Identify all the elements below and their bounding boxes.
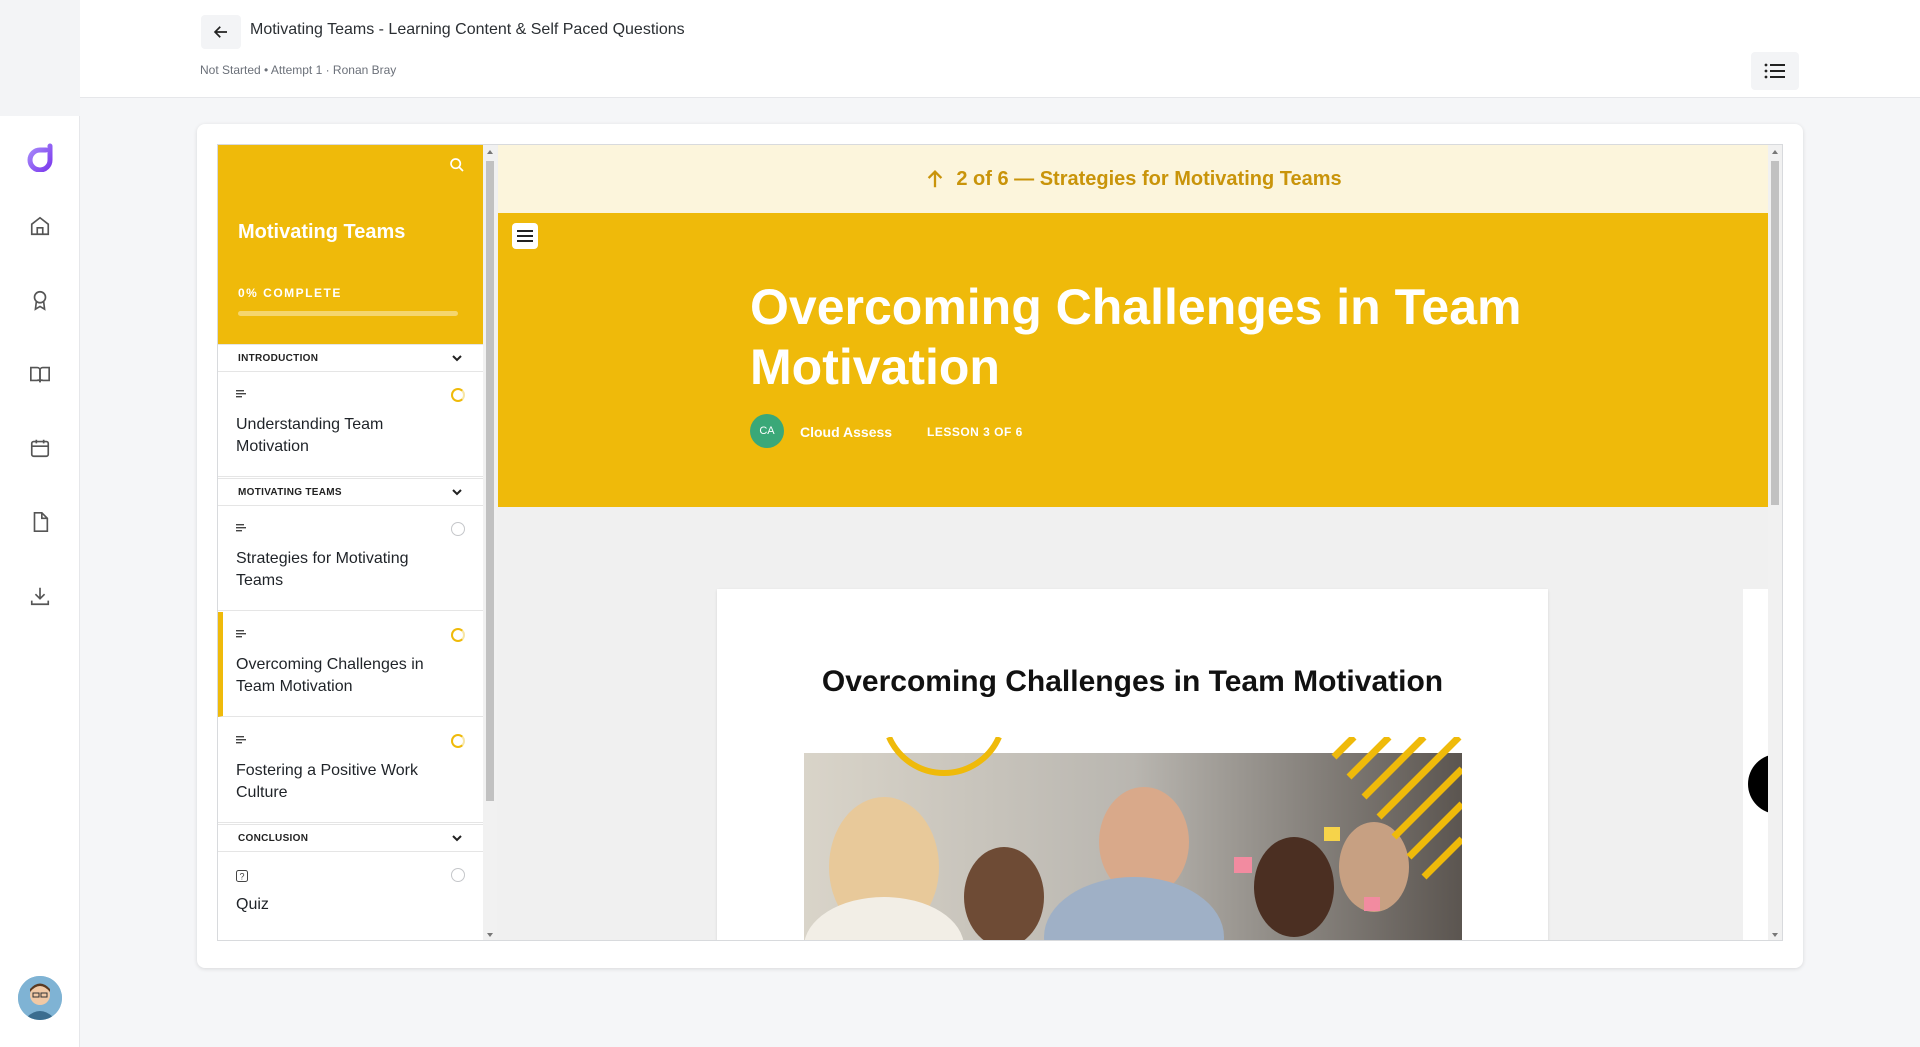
hamburger-icon: [517, 230, 533, 242]
course-header: Motivating Teams 0% COMPLETE: [218, 145, 483, 345]
rail-top-area: [0, 0, 80, 116]
lesson-title: Strategies for Motivating Teams: [236, 550, 409, 589]
course-sidebar: Motivating Teams 0% COMPLETE INTRODUCTIO…: [218, 145, 483, 940]
previous-lesson-label: 2 of 6 — Strategies for Motivating Teams: [956, 167, 1342, 190]
arrow-up-icon: [928, 170, 943, 188]
search-icon[interactable]: [449, 157, 465, 178]
status-ring-icon: [451, 388, 465, 402]
section-conclusion[interactable]: CONCLUSION: [218, 824, 483, 852]
progress-label: 0% COMPLETE: [238, 286, 342, 300]
lesson-title: Overcoming Challenges in Team Motivation: [236, 656, 424, 695]
chevron-down-icon: [452, 355, 462, 362]
app-rail: [0, 0, 80, 1047]
lesson-item[interactable]: Understanding Team Motivation: [218, 372, 483, 477]
status-ring-icon: [451, 868, 465, 882]
slide-card: Overcoming Challenges in Team Motivation: [717, 589, 1548, 940]
download-icon[interactable]: [26, 582, 54, 610]
brand-logo-icon[interactable]: [24, 140, 56, 173]
sidebar-scrollbar[interactable]: [483, 145, 497, 940]
lesson-item-active[interactable]: Overcoming Challenges in Team Motivation: [218, 612, 483, 717]
content-scrollbar[interactable]: [1768, 145, 1782, 940]
lesson-menu-button[interactable]: [512, 223, 538, 249]
status-ring-icon: [451, 522, 465, 536]
page-header: Motivating Teams - Learning Content & Se…: [80, 0, 1920, 98]
calendar-icon[interactable]: [26, 434, 54, 462]
content-scroll-thumb[interactable]: [1771, 161, 1779, 505]
text-lesson-icon: [236, 390, 246, 398]
back-button[interactable]: [201, 15, 241, 49]
chevron-down-icon: [452, 835, 462, 842]
lesson-counter: LESSON 3 OF 6: [927, 425, 1023, 439]
section-label: MOTIVATING TEAMS: [238, 486, 342, 498]
quiz-icon: ?: [236, 870, 248, 882]
text-lesson-icon: [236, 630, 246, 638]
arrow-left-icon: [213, 26, 227, 38]
lesson-item[interactable]: Fostering a Positive Work Culture: [218, 718, 483, 823]
status-ring-icon: [451, 628, 465, 642]
lesson-title-heading: Overcoming Challenges in Team Motivation: [750, 279, 1522, 395]
slide-title: Overcoming Challenges in Team Motivation: [821, 665, 1444, 698]
previous-lesson-link[interactable]: 2 of 6 — Strategies for Motivating Teams: [498, 145, 1768, 213]
lesson-title: Understanding Team Motivation: [236, 416, 384, 455]
section-motivating-teams[interactable]: MOTIVATING TEAMS: [218, 478, 483, 506]
scroll-down-icon[interactable]: [483, 930, 497, 940]
home-icon[interactable]: [26, 212, 54, 240]
sidebar-scroll-thumb[interactable]: [486, 161, 494, 801]
chevron-down-icon: [452, 489, 462, 496]
course-frame: Motivating Teams 0% COMPLETE INTRODUCTIO…: [217, 144, 1783, 941]
text-lesson-icon: [236, 524, 246, 532]
award-icon[interactable]: [26, 286, 54, 314]
course-title: Motivating Teams: [238, 221, 406, 243]
section-introduction[interactable]: INTRODUCTION: [218, 344, 483, 372]
lesson-hero: Overcoming Challenges in Team Motivation…: [498, 213, 1768, 507]
lesson-item[interactable]: ? Quiz: [218, 852, 483, 940]
scroll-up-icon[interactable]: [483, 147, 497, 157]
slide-image: [804, 737, 1462, 940]
progress-bar: [238, 311, 458, 316]
scroll-down-icon[interactable]: [1768, 930, 1782, 940]
section-label: CONCLUSION: [238, 832, 309, 844]
user-avatar[interactable]: [18, 976, 62, 1020]
attempt-meta: Not Started • Attempt 1 · Ronan Bray: [200, 63, 397, 77]
lesson-title: Fostering a Positive Work Culture: [236, 762, 418, 801]
course-player-card: Motivating Teams 0% COMPLETE INTRODUCTIO…: [197, 124, 1803, 968]
outline-menu-button[interactable]: [1751, 52, 1799, 90]
scroll-up-icon[interactable]: [1768, 147, 1782, 157]
svg-text:?: ?: [239, 872, 244, 882]
author-avatar: CA: [750, 414, 784, 448]
lesson-item[interactable]: Strategies for Motivating Teams: [218, 506, 483, 611]
text-lesson-icon: [236, 736, 246, 744]
book-icon[interactable]: [26, 360, 54, 388]
lesson-title: Quiz: [236, 896, 269, 913]
lesson-content: 2 of 6 — Strategies for Motivating Teams…: [498, 145, 1782, 940]
author-name: Cloud Assess: [800, 424, 893, 440]
list-icon: [1764, 63, 1785, 79]
document-icon[interactable]: [26, 508, 54, 536]
status-ring-icon: [451, 734, 465, 748]
section-label: INTRODUCTION: [238, 352, 319, 364]
page-title: Motivating Teams - Learning Content & Se…: [250, 21, 685, 38]
